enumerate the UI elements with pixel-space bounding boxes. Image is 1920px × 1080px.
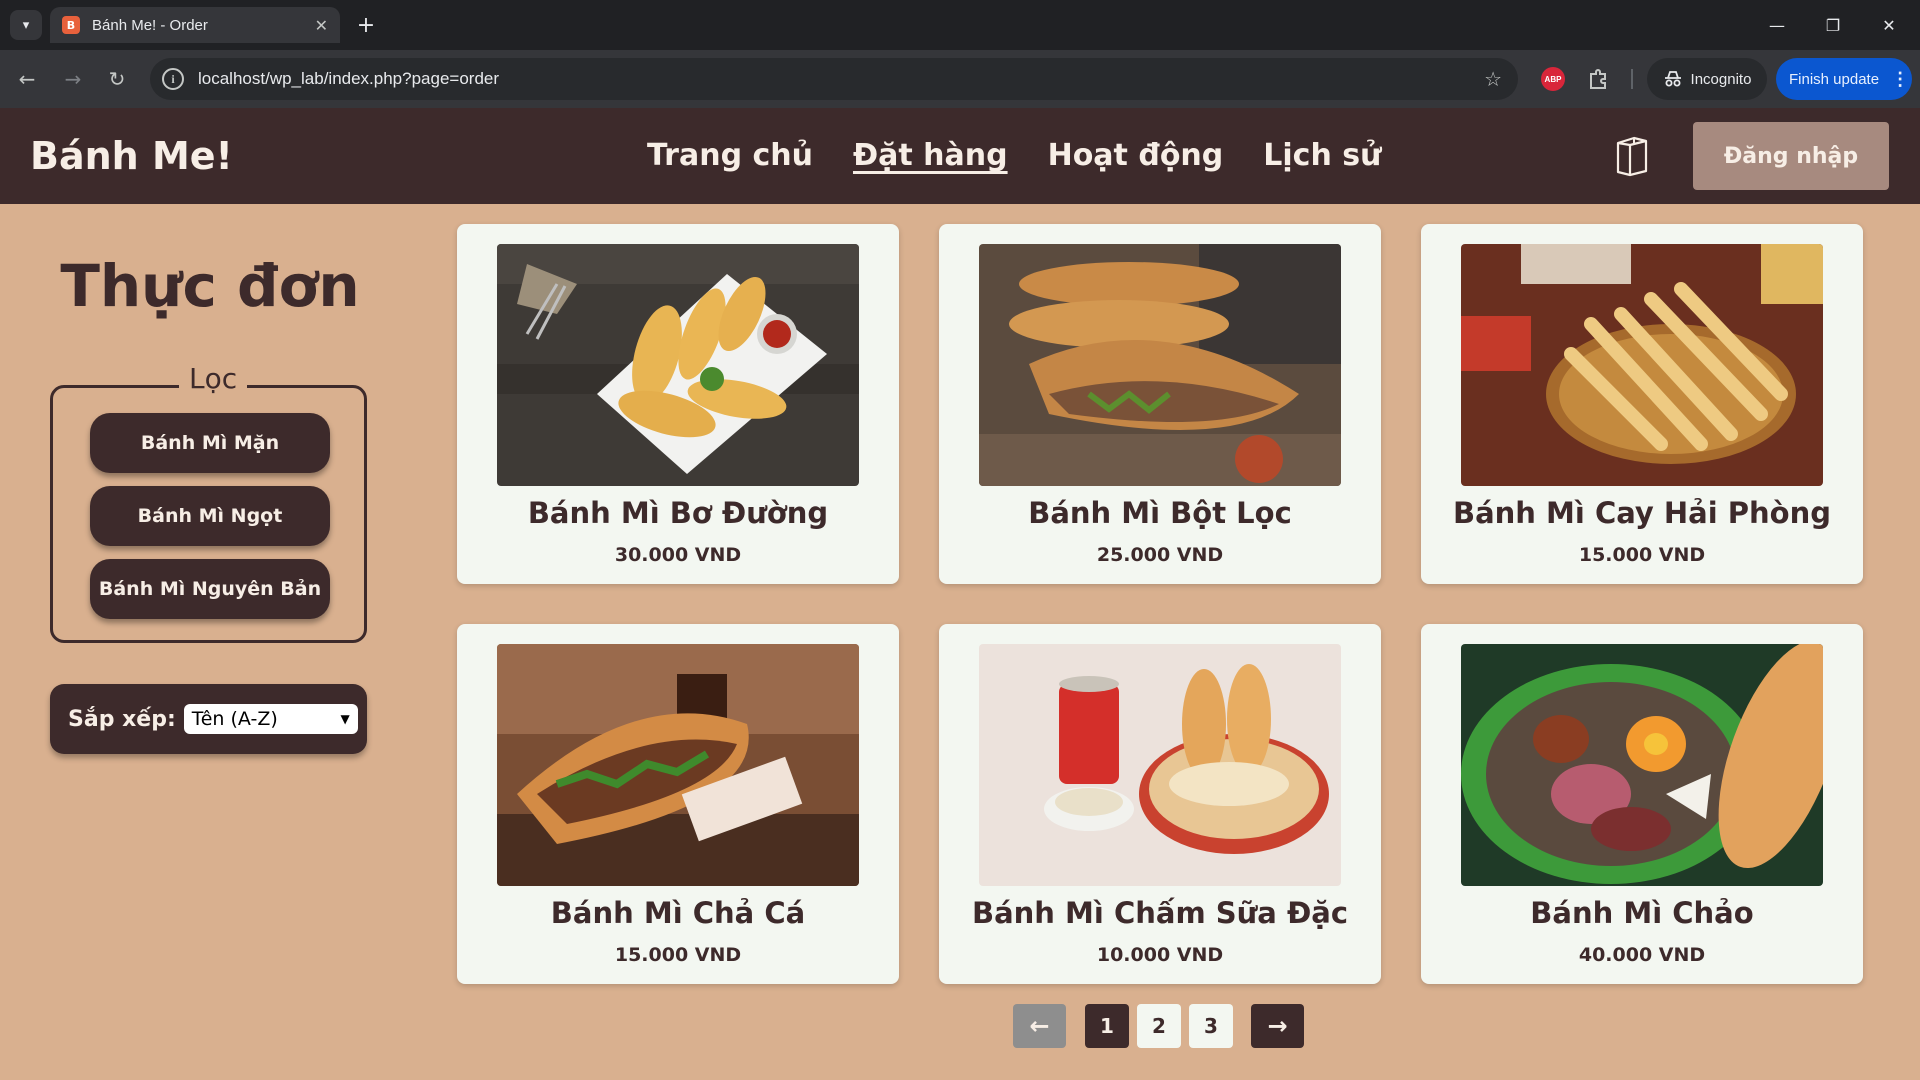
filter-group: Lọc Bánh Mì Mặn Bánh Mì Ngọt Bánh Mì Ngu… xyxy=(50,362,367,643)
bookmark-star-icon[interactable]: ☆ xyxy=(1484,67,1502,91)
product-image[interactable] xyxy=(1461,244,1823,486)
product-price: 40.000 VND xyxy=(1578,944,1706,966)
site-info-icon[interactable]: i xyxy=(162,68,184,90)
site-header: Bánh Me! Trang chủ Đặt hàng Hoạt động Lị… xyxy=(0,108,1920,204)
minimize-icon[interactable]: — xyxy=(1754,8,1800,42)
toolbar-divider xyxy=(1631,69,1633,89)
product-name: Bánh Mì Chảo xyxy=(1530,896,1754,930)
product-card[interactable]: Bánh Mì Bơ Đường 30.000 VND xyxy=(457,224,899,584)
sort-selected-value: Tên (A-Z) xyxy=(191,708,278,730)
window-close-icon[interactable]: ✕ xyxy=(1866,8,1912,42)
chevron-down-icon: ▼ xyxy=(340,712,350,726)
site-favicon-icon: B xyxy=(62,16,80,34)
book-icon[interactable] xyxy=(1614,135,1650,177)
finish-update-button[interactable]: Finish update ⋮ xyxy=(1776,58,1912,100)
pagination-next-button[interactable]: → xyxy=(1251,1004,1304,1048)
product-card[interactable]: Bánh Mì Chả Cá 15.000 VND xyxy=(457,624,899,984)
incognito-icon xyxy=(1664,71,1681,87)
filter-sweet-button[interactable]: Bánh Mì Ngọt xyxy=(90,486,330,546)
product-card[interactable]: Bánh Mì Cay Hải Phòng 15.000 VND xyxy=(1421,224,1863,584)
nav-activities[interactable]: Hoạt động xyxy=(1048,138,1224,173)
adblock-extension-icon[interactable]: ABP xyxy=(1541,67,1565,91)
incognito-profile-button[interactable]: Incognito xyxy=(1647,58,1767,100)
kebab-menu-icon[interactable]: ⋮ xyxy=(1891,69,1909,90)
forward-arrow-icon[interactable]: → xyxy=(56,62,90,96)
url-text[interactable]: localhost/wp_lab/index.php?page=order xyxy=(198,69,1484,89)
pagination-page-1[interactable]: 1 xyxy=(1085,1004,1129,1048)
brand-logo-text[interactable]: Bánh Me! xyxy=(30,134,233,178)
product-name: Bánh Mì Bơ Đường xyxy=(527,496,829,530)
product-image[interactable] xyxy=(497,244,859,486)
sort-label: Sắp xếp: xyxy=(68,706,176,732)
nav-history[interactable]: Lịch sử xyxy=(1263,138,1381,173)
restore-icon[interactable]: ❐ xyxy=(1810,8,1856,42)
product-card[interactable]: Bánh Mì Chảo 40.000 VND xyxy=(1421,624,1863,984)
sort-select[interactable]: Tên (A-Z) ▼ xyxy=(183,704,358,734)
browser-toolbar: ← → ↻ i localhost/wp_lab/index.php?page=… xyxy=(0,50,1920,108)
nav-home[interactable]: Trang chủ xyxy=(647,138,813,173)
product-card[interactable]: Bánh Mì Bột Lọc 25.000 VND xyxy=(939,224,1381,584)
browser-tab[interactable]: B Bánh Me! - Order ✕ xyxy=(50,7,340,43)
product-image[interactable] xyxy=(1461,644,1823,886)
product-price: 10.000 VND xyxy=(1096,944,1224,966)
main-nav: Trang chủ Đặt hàng Hoạt động Lịch sử xyxy=(647,138,1381,173)
product-image[interactable] xyxy=(979,244,1341,486)
pagination-prev-button[interactable]: ← xyxy=(1013,1004,1066,1048)
tab-close-icon[interactable]: ✕ xyxy=(315,16,328,35)
pagination-page-3[interactable]: 3 xyxy=(1189,1004,1233,1048)
browser-tabstrip: ▾ B Bánh Me! - Order ✕ + — ❐ ✕ xyxy=(0,0,1920,50)
finish-update-label: Finish update xyxy=(1789,70,1880,88)
address-bar[interactable]: i localhost/wp_lab/index.php?page=order … xyxy=(150,58,1518,100)
reload-icon[interactable]: ↻ xyxy=(100,62,134,96)
product-price: 15.000 VND xyxy=(614,944,742,966)
extensions-puzzle-icon[interactable] xyxy=(1584,65,1612,93)
product-card[interactable]: Bánh Mì Chấm Sữa Đặc 10.000 VND xyxy=(939,624,1381,984)
nav-order[interactable]: Đặt hàng xyxy=(853,138,1008,173)
filter-savory-button[interactable]: Bánh Mì Mặn xyxy=(90,413,330,473)
product-image[interactable] xyxy=(979,644,1341,886)
incognito-label: Incognito xyxy=(1690,70,1752,88)
back-arrow-icon[interactable]: ← xyxy=(10,62,44,96)
tab-title: Bánh Me! - Order xyxy=(92,16,208,34)
product-name: Bánh Mì Chả Cá xyxy=(550,896,806,930)
product-price: 30.000 VND xyxy=(614,544,742,566)
tab-search-chevron-icon[interactable]: ▾ xyxy=(10,10,42,40)
pagination-page-2[interactable]: 2 xyxy=(1137,1004,1181,1048)
filter-original-button[interactable]: Bánh Mì Nguyên Bản xyxy=(90,559,330,619)
new-tab-plus-icon[interactable]: + xyxy=(352,10,380,40)
product-image[interactable] xyxy=(497,644,859,886)
filter-legend: Lọc xyxy=(179,362,248,395)
product-name: Bánh Mì Cay Hải Phòng xyxy=(1452,496,1832,530)
product-name: Bánh Mì Bột Lọc xyxy=(1028,496,1292,530)
product-name: Bánh Mì Chấm Sữa Đặc xyxy=(971,896,1349,930)
product-price: 15.000 VND xyxy=(1578,544,1706,566)
sort-control: Sắp xếp: Tên (A-Z) ▼ xyxy=(50,684,367,754)
login-button[interactable]: Đăng nhập xyxy=(1693,122,1889,190)
menu-title: Thực đơn xyxy=(60,252,360,320)
product-price: 25.000 VND xyxy=(1096,544,1224,566)
